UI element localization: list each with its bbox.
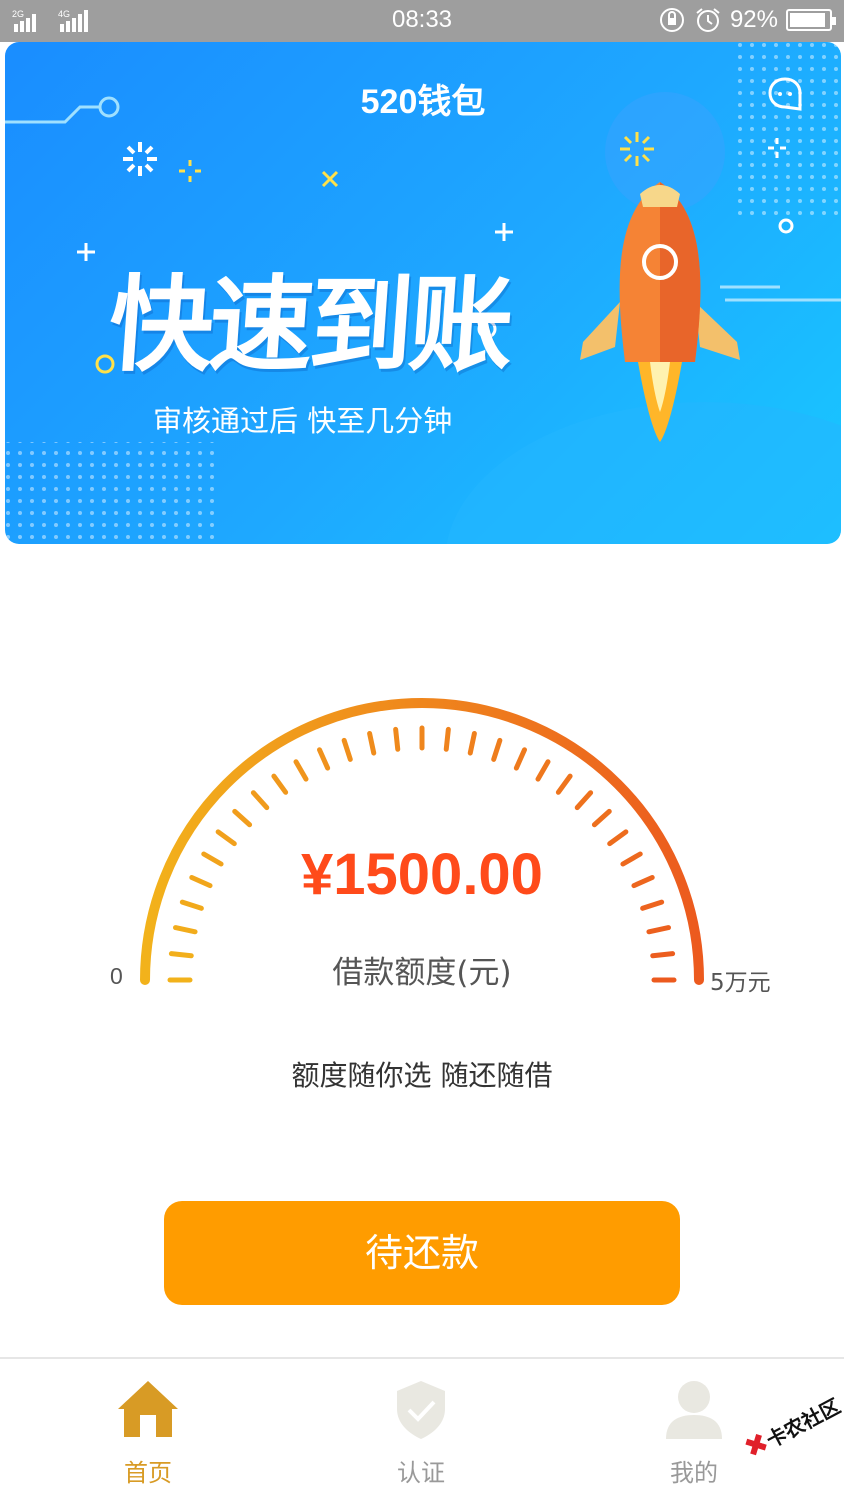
gauge-tick <box>250 790 270 811</box>
battery-percent: 92% <box>729 6 778 33</box>
gauge-tick <box>443 726 451 752</box>
promo-banner[interactable]: 520钱包 快速到账 审核通过后 快至几分钟 <box>5 42 841 544</box>
gauge-max-label: 5万元 <box>710 970 771 996</box>
rotation-lock-icon <box>659 8 684 32</box>
gauge-tick <box>232 808 253 828</box>
tab-home-label: 首页 <box>124 1459 172 1487</box>
gauge-tick <box>341 737 353 762</box>
gauge-tick <box>317 747 331 771</box>
slogan-text: 额度随你选 随还随借 <box>291 1059 553 1092</box>
app-title: 520钱包 <box>360 83 486 121</box>
gauge-tick <box>555 773 573 795</box>
home-icon <box>118 1381 178 1437</box>
battery-fill <box>790 13 825 27</box>
repay-button[interactable]: 待还款 <box>164 1201 680 1305</box>
gauge-tick <box>646 925 671 935</box>
gauge-tick <box>367 731 377 756</box>
gauge-tick <box>271 773 289 795</box>
banner-subtitle: 审核通过后 快至几分钟 <box>153 404 453 438</box>
gauge-tick <box>393 726 401 752</box>
status-bar: 2G 4G 08:33 92% <box>0 0 844 42</box>
gauge-tick <box>574 790 594 811</box>
gauge-tick <box>467 731 477 756</box>
tab-verify-label: 认证 <box>397 1459 445 1487</box>
banner-headline: 快速到账 <box>105 264 514 386</box>
loan-amount: ¥1500.00 <box>301 842 543 907</box>
alarm-icon <box>696 8 720 32</box>
gauge-tick <box>591 808 612 828</box>
gauge-tick <box>173 925 198 935</box>
user-icon <box>666 1381 722 1439</box>
gauge-tick <box>535 759 551 782</box>
shield-check-icon <box>397 1381 445 1439</box>
gauge-tick <box>293 759 309 782</box>
bottom-tab-bar: 首页 认证 我的 <box>0 1357 844 1500</box>
gauge-tick <box>491 737 503 762</box>
gauge-min-label: 0 <box>110 963 123 989</box>
tab-home[interactable]: 首页 <box>48 1359 248 1500</box>
tab-verify[interactable]: 认证 <box>321 1359 521 1500</box>
battery-icon <box>786 9 836 31</box>
gauge-tick <box>513 747 527 771</box>
